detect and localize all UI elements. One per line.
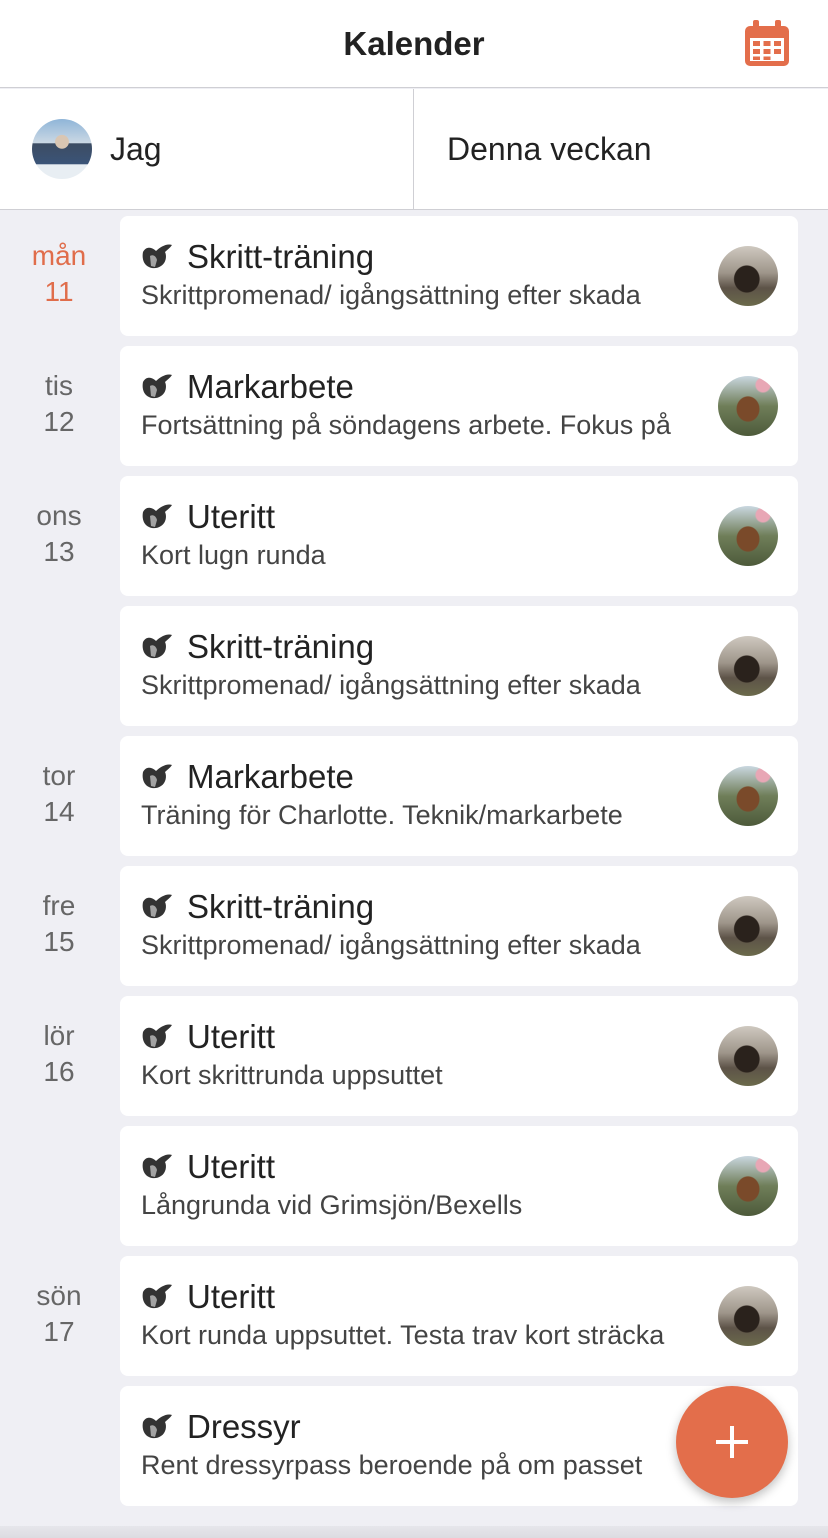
event-title: Skritt-träning	[187, 238, 375, 275]
day-label: fre 15	[0, 888, 118, 960]
add-event-button[interactable]	[676, 1386, 788, 1498]
event-title: Skritt-träning	[187, 888, 375, 925]
saddle-icon	[140, 1282, 174, 1312]
event-row: tor 14 Markarbete Träning för Charlotte. Te…	[0, 736, 828, 856]
event-card[interactable]: Uteritt Kort lugn runda	[120, 476, 798, 596]
event-card[interactable]: Skritt-träning Skrittpromenad/ igångsättn…	[120, 606, 798, 726]
event-description: Kort lugn runda	[141, 540, 326, 570]
event-card[interactable]: Markarbete Träning för Charlotte. Teknik/…	[120, 736, 798, 856]
person-filter[interactable]: Jag	[0, 89, 413, 209]
event-description: Skrittpromenad/ igångsättning efter skad…	[141, 280, 641, 310]
horse-avatar	[718, 896, 778, 956]
event-row: Skritt-träning Skrittpromenad/ igångsättn…	[0, 606, 828, 726]
event-card[interactable]: Markarbete Fortsättning på söndagens arbe…	[120, 346, 798, 466]
weekday: lör	[43, 1020, 75, 1051]
event-row: fre 15 Skritt-träning Skrittpromenad/ igång…	[0, 866, 828, 986]
event-description: Kort runda uppsuttet. Testa trav kort st…	[141, 1320, 665, 1350]
calendar-icon[interactable]	[742, 18, 792, 68]
saddle-icon	[140, 242, 174, 272]
horse-avatar	[718, 506, 778, 566]
event-description: Långrunda vid Grimsjön/Bexells	[141, 1190, 523, 1220]
plus-icon	[716, 1426, 748, 1458]
weekday: tis	[45, 370, 73, 401]
weekday: mån	[31, 240, 87, 271]
event-card[interactable]: Skritt-träning Skrittpromenad/ igångsättn…	[120, 216, 798, 336]
event-description: Skrittpromenad/ igångsättning efter skad…	[141, 930, 641, 960]
event-row: lör 16 Uteritt Kort skrittrunda uppsuttet	[0, 996, 828, 1116]
avatar	[32, 119, 92, 179]
saddle-icon	[140, 1152, 174, 1182]
event-row: ons 13 Uteritt Kort lugn runda	[0, 476, 828, 596]
saddle-icon	[140, 1022, 174, 1052]
event-title: Uteritt	[187, 1148, 276, 1185]
horse-avatar	[718, 1026, 778, 1086]
weekday: tor	[42, 760, 76, 791]
date-number: 11	[44, 276, 74, 307]
saddle-icon	[140, 502, 174, 532]
event-row: tis 12 Markarbete Fortsättning på söndagens…	[0, 346, 828, 466]
event-description: Rent dressyrpass beroende på om passet	[141, 1450, 643, 1480]
event-card[interactable]: Uteritt Långrunda vid Grimsjön/Bexells	[120, 1126, 798, 1246]
date-number: 16	[43, 1056, 75, 1087]
date-number: 17	[43, 1316, 75, 1347]
event-title: Uteritt	[187, 498, 276, 535]
top-bar: Kalender	[0, 0, 828, 88]
event-title: Skritt-träning	[187, 628, 375, 665]
horse-avatar	[718, 246, 778, 306]
weekday: fre	[42, 890, 76, 921]
event-description: Träning för Charlotte. Teknik/markarbete	[141, 800, 623, 830]
filter-bar: Jag Denna veckan	[0, 89, 828, 210]
saddle-icon	[140, 632, 174, 662]
saddle-icon	[140, 892, 174, 922]
event-card[interactable]: Uteritt Kort skrittrunda uppsuttet	[120, 996, 798, 1116]
weekday: sön	[36, 1280, 82, 1311]
horse-avatar	[718, 1286, 778, 1346]
event-description: Fortsättning på söndagens arbete. Fokus …	[141, 410, 671, 440]
event-description: Kort skrittrunda uppsuttet	[141, 1060, 443, 1090]
event-row: Uteritt Långrunda vid Grimsjön/Bexells	[0, 1126, 828, 1246]
event-title: Uteritt	[187, 1278, 276, 1315]
horse-avatar	[718, 1156, 778, 1216]
date-number: 13	[43, 536, 75, 567]
horse-avatar	[718, 636, 778, 696]
day-label: mån 11	[0, 238, 118, 310]
day-label: sön 17	[0, 1278, 118, 1350]
date-number: 15	[43, 926, 75, 957]
event-card[interactable]: Skritt-träning Skrittpromenad/ igångsättn…	[120, 866, 798, 986]
saddle-icon	[140, 372, 174, 402]
event-title: Uteritt	[187, 1018, 276, 1055]
saddle-icon	[140, 1412, 174, 1442]
event-title: Dressyr	[187, 1408, 301, 1445]
event-card[interactable]: Uteritt Kort runda uppsuttet. Testa trav …	[120, 1256, 798, 1376]
bottom-bar	[0, 1526, 828, 1538]
person-filter-label: Jag	[110, 130, 162, 167]
period-filter[interactable]: Denna veckan	[413, 89, 828, 209]
day-label: ons 13	[0, 498, 118, 570]
event-title: Markarbete	[187, 368, 354, 405]
horse-avatar	[718, 766, 778, 826]
weekday: ons	[36, 500, 82, 531]
event-row: sön 17 Uteritt Kort runda uppsuttet. Testa …	[0, 1256, 828, 1376]
day-label: tor 14	[0, 758, 118, 830]
event-row: mån 11 Skritt-träning Skrittpromenad/ igång…	[0, 216, 828, 336]
date-number: 14	[43, 796, 75, 827]
day-label: lör 16	[0, 1018, 118, 1090]
page-title: Kalender	[343, 25, 485, 62]
saddle-icon	[140, 762, 174, 792]
date-number: 12	[43, 406, 75, 437]
period-filter-label: Denna veckan	[447, 130, 652, 167]
event-description: Skrittpromenad/ igångsättning efter skad…	[141, 670, 641, 700]
day-label: tis 12	[0, 368, 118, 440]
horse-avatar	[718, 376, 778, 436]
event-title: Markarbete	[187, 758, 354, 795]
